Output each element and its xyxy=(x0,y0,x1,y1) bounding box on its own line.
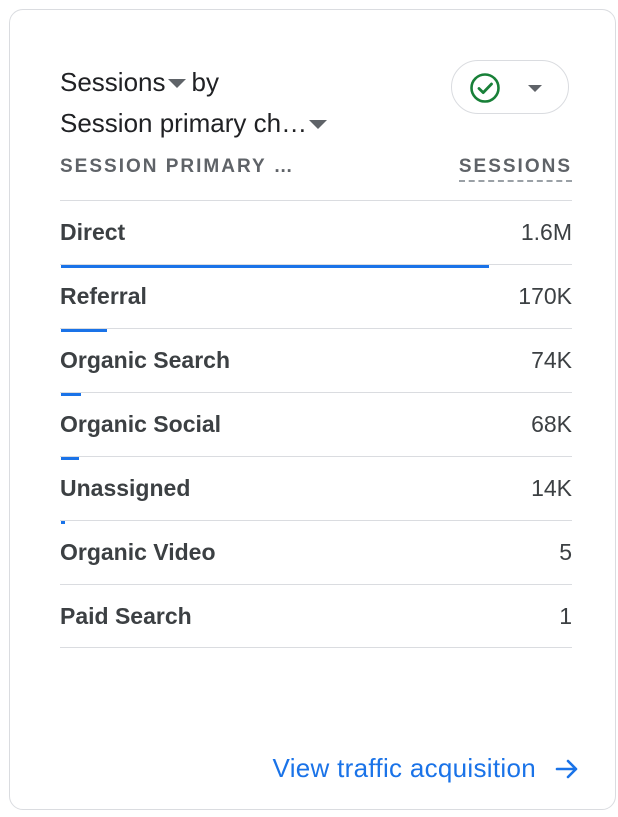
table-row-paid-search: Paid Search 1 xyxy=(60,584,572,648)
table-row-unassigned: Unassigned 14K xyxy=(60,456,572,524)
row-value: 68K xyxy=(531,411,572,437)
title-line-dimension: Session primary ch… xyxy=(60,103,331,144)
dimension-selector[interactable]: Session primary ch… xyxy=(60,103,307,144)
sessions-table: Direct 1.6M Referral 170K Organic Search… xyxy=(60,200,572,648)
view-traffic-acquisition-link[interactable]: View traffic acquisition xyxy=(273,753,580,784)
row-label: Referral xyxy=(60,283,147,309)
table-row-referral: Referral 170K xyxy=(60,264,572,332)
table-row-organic-video: Organic Video 5 xyxy=(60,520,572,584)
metric-selector[interactable]: Sessions xyxy=(60,62,166,103)
row-label: Organic Social xyxy=(60,411,222,437)
title-line-metric: Sessions by xyxy=(60,62,331,103)
row-label: Paid Search xyxy=(60,603,192,629)
row-value: 1.6M xyxy=(520,219,572,245)
row-label: Organic Search xyxy=(60,347,231,373)
metric-dropdown-caret-icon[interactable] xyxy=(167,79,186,88)
dimension-dropdown-caret-icon[interactable] xyxy=(309,120,328,129)
table-row-organic-search: Organic Search 74K xyxy=(60,328,572,396)
sessions-column-header[interactable]: SESSIONS xyxy=(458,156,572,182)
caret-down-icon xyxy=(528,85,542,92)
data-status-chip[interactable] xyxy=(451,60,569,114)
table-row-organic-social: Organic Social 68K xyxy=(60,392,572,460)
table-row-direct: Direct 1.6M xyxy=(60,200,572,268)
row-value: 74K xyxy=(531,347,572,373)
title-by-text: by xyxy=(191,67,219,97)
row-label: Direct xyxy=(60,219,126,245)
check-circle-icon xyxy=(470,73,500,103)
row-value: 5 xyxy=(559,539,572,565)
row-label: Unassigned xyxy=(60,475,191,501)
sessions-card: Sessions by Session primary ch… SESSION … xyxy=(9,9,616,810)
row-value: 170K xyxy=(518,283,572,309)
arrow-right-icon xyxy=(555,759,578,778)
dimension-column-header: SESSION PRIMARY … xyxy=(60,156,295,177)
row-value: 14K xyxy=(531,475,572,501)
row-value: 1 xyxy=(559,603,572,629)
column-headers: SESSION PRIMARY … SESSIONS xyxy=(60,156,572,186)
footer-link-label: View traffic acquisition xyxy=(272,753,536,783)
row-label: Organic Video xyxy=(60,539,216,565)
card-title: Sessions by Session primary ch… xyxy=(60,62,331,144)
